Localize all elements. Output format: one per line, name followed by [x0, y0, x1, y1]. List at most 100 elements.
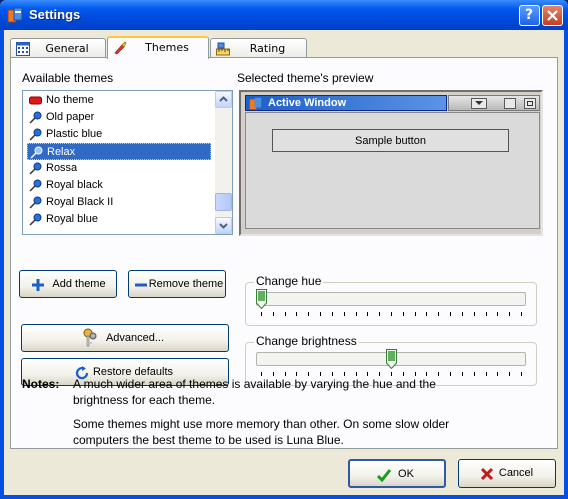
hue-slider[interactable]	[256, 292, 526, 306]
list-item-label: Rossa	[46, 162, 78, 174]
settings-window: Settings ? General Themes Rating Availab…	[0, 0, 568, 499]
slider-tick	[461, 312, 463, 316]
preview-window-body: Sample button	[245, 112, 540, 229]
themes-tab-panel: Available themes Selected theme's previe…	[10, 57, 558, 449]
slider-tick	[320, 312, 322, 316]
slider-tick	[367, 312, 369, 316]
preview-maximize-button	[504, 98, 516, 109]
tab-themes[interactable]: Themes	[107, 36, 209, 59]
preview-title-bar: Active Window	[245, 95, 447, 111]
close-icon	[547, 10, 558, 21]
slider-tick	[261, 312, 262, 316]
slider-tick	[379, 312, 381, 316]
preview-sample-button: Sample button	[272, 129, 509, 152]
list-scrollbar[interactable]	[215, 91, 232, 234]
help-button[interactable]: ?	[519, 5, 540, 26]
list-item[interactable]: Plastic blue	[27, 126, 211, 143]
hue-slider-thumb[interactable]	[256, 289, 267, 309]
slider-tick	[450, 312, 452, 316]
add-theme-button[interactable]: Add theme	[19, 270, 117, 298]
pushpin-icon	[30, 146, 43, 159]
slider-tick	[296, 312, 298, 316]
brightness-label: Change brightness	[254, 334, 359, 348]
list-item-label: Royal blue	[46, 213, 98, 225]
list-item[interactable]: Royal blue	[27, 211, 211, 228]
slider-tick	[438, 312, 440, 316]
title-bar[interactable]: Settings ?	[0, 0, 568, 30]
list-item[interactable]: Rossa	[27, 160, 211, 177]
pushpin-icon	[29, 111, 42, 124]
tab-rating[interactable]: Rating	[210, 38, 307, 58]
calendar-grid-icon	[16, 42, 30, 56]
close-button[interactable]	[542, 5, 563, 26]
theme-preview: Active Window Sample button	[239, 90, 543, 236]
remove-theme-button[interactable]: Remove theme	[128, 270, 226, 298]
slider-tick	[485, 312, 487, 316]
slider-tick	[509, 312, 511, 316]
preview-caption-buttons	[448, 95, 540, 111]
preview-menu-button	[471, 98, 487, 109]
list-item[interactable]: Old paper	[27, 109, 211, 126]
dialog-body: General Themes Rating Available themes S…	[4, 30, 564, 495]
list-item[interactable]: Royal Black II	[27, 194, 211, 211]
pushpin-icon	[29, 162, 42, 175]
tab-general[interactable]: General	[10, 38, 106, 58]
list-item-label: Relax	[47, 146, 76, 158]
slider-tick	[473, 312, 475, 316]
app-icon	[249, 97, 262, 110]
advanced-button[interactable]: Advanced...	[21, 324, 229, 352]
slider-tick	[497, 372, 499, 376]
window-title: Settings	[29, 7, 81, 22]
notes-paragraph: Some themes might use more memory than o…	[73, 417, 450, 447]
slider-tick	[272, 312, 274, 316]
list-item-label: Plastic blue	[46, 128, 103, 140]
list-item-label: Old paper	[46, 111, 95, 123]
list-item[interactable]: Royal black	[27, 177, 211, 194]
scroll-thumb[interactable]	[215, 193, 232, 211]
slider-tick	[343, 312, 345, 316]
tab-rating-label: Rating	[249, 42, 286, 55]
list-item[interactable]: No theme	[27, 92, 211, 109]
advanced-label: Advanced...	[105, 332, 165, 344]
scroll-down-button[interactable]	[215, 217, 232, 234]
brightness-slider-thumb[interactable]	[385, 349, 397, 369]
themes-list[interactable]: No theme Old paper Plastic blue Relax Ro…	[22, 90, 233, 235]
slider-tick	[391, 312, 392, 316]
hue-label: Change hue	[254, 274, 324, 288]
scroll-up-button[interactable]	[215, 91, 232, 108]
slider-tick	[521, 372, 522, 376]
remove-theme-label: Remove theme	[148, 278, 224, 290]
hue-group: Change hue	[245, 274, 537, 326]
notes-paragraph: A much wider area of themes is available…	[73, 377, 436, 407]
add-theme-label: Add theme	[52, 278, 106, 290]
app-icon	[7, 7, 23, 23]
preview-restore-button	[524, 98, 536, 109]
chevron-down-icon	[219, 223, 228, 229]
pushpin-icon	[29, 179, 42, 192]
preview-label: Selected theme's preview	[237, 71, 374, 85]
tab-general-label: General	[45, 42, 89, 55]
cancel-label: Cancel	[498, 467, 534, 479]
cancel-button[interactable]: Cancel	[458, 459, 556, 488]
slider-tick	[414, 312, 416, 316]
restore-icon	[527, 101, 533, 106]
slider-tick	[308, 312, 310, 316]
chevron-down-icon	[475, 101, 483, 105]
preview-window-title: Active Window	[268, 97, 347, 109]
ruler-icon	[216, 42, 230, 56]
list-item-label: Royal Black II	[46, 196, 114, 208]
question-icon: ?	[525, 7, 534, 23]
slider-tick	[509, 372, 511, 376]
slider-tick	[426, 312, 428, 316]
hue-ticks	[256, 312, 526, 316]
slider-tick	[355, 312, 357, 316]
pushpin-icon	[29, 128, 42, 141]
available-themes-label: Available themes	[22, 71, 114, 85]
slider-tick	[497, 312, 499, 316]
list-item-label: Royal black	[46, 179, 103, 191]
ok-label: OK	[398, 468, 414, 480]
ok-button[interactable]: OK	[348, 459, 446, 488]
tab-themes-label: Themes	[145, 41, 189, 54]
red-bar-icon	[29, 96, 42, 105]
list-item-selected[interactable]: Relax	[27, 143, 211, 160]
